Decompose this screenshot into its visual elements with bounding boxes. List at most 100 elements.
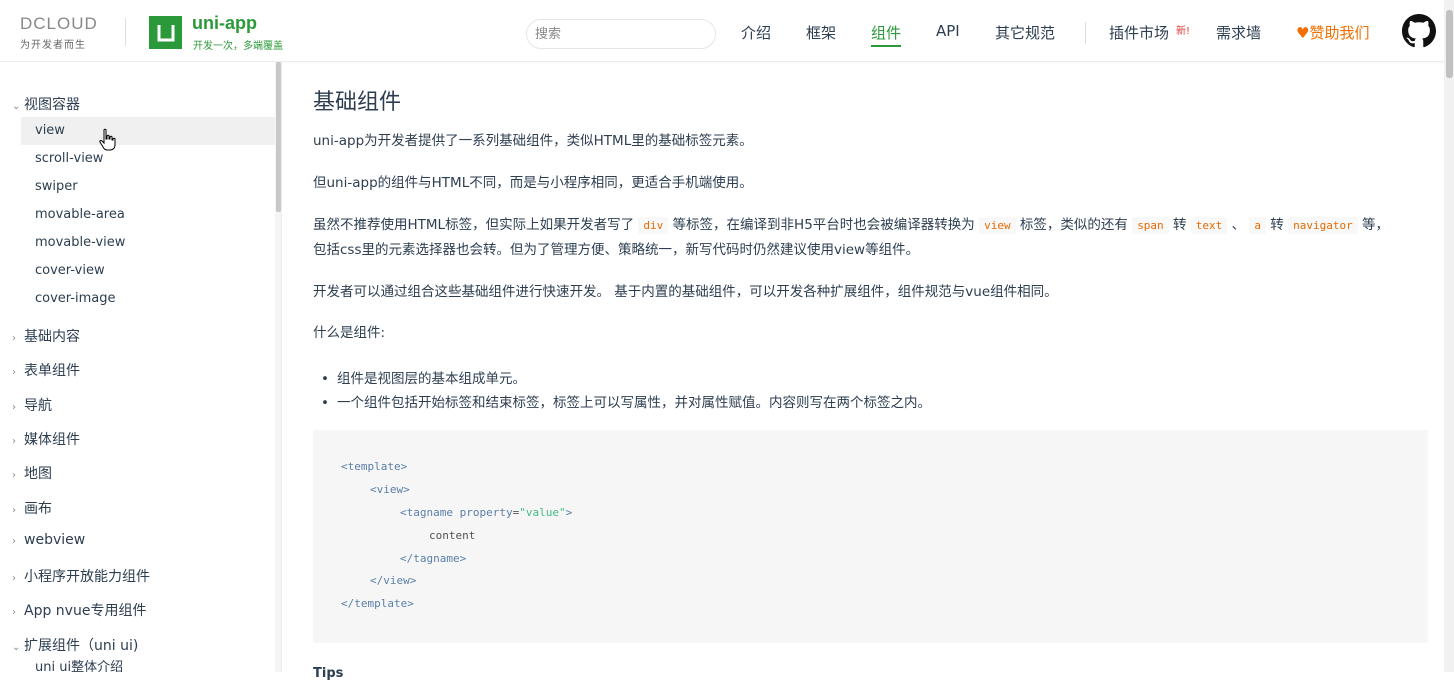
text-span: 、	[1231, 217, 1246, 233]
new-badge: 新!	[1176, 26, 1191, 37]
nav-components[interactable]: 组件	[871, 22, 902, 47]
sidebar-group-label: 小程序开放能力组件	[24, 569, 150, 585]
sidebar-group-label: 地图	[24, 466, 52, 482]
sidebar-group-canvas[interactable]: › 画布	[12, 498, 52, 518]
sidebar-group-label: App nvue专用组件	[24, 603, 147, 619]
sidebar-item-cover-view[interactable]: cover-view	[21, 257, 276, 285]
nav-demand-wall[interactable]: 需求墙	[1216, 22, 1261, 43]
code-line: </template>	[341, 597, 414, 610]
sidebar-group-navigation[interactable]: › 导航	[12, 395, 52, 415]
page-scrollbar-track[interactable]	[1444, 0, 1454, 672]
sidebar-group-map[interactable]: › 地图	[12, 463, 52, 483]
chevron-right-icon: ›	[12, 436, 16, 447]
text-span: 虽然不推荐使用HTML标签，但实际上如果开发者写了	[313, 217, 635, 233]
page-title: 基础组件	[313, 90, 402, 115]
inline-code: a	[1249, 217, 1266, 234]
nav-plugin-market[interactable]: 插件市场	[1109, 22, 1169, 43]
sidebar-item-movable-area[interactable]: movable-area	[21, 201, 276, 229]
code-line: content	[429, 529, 476, 542]
sidebar-group-label: 扩展组件（uni ui)	[24, 638, 139, 654]
sidebar-group-label: webview	[24, 532, 86, 548]
text-span: 等，	[1362, 217, 1389, 233]
text-span: 包括css里的元素选择器也会转。但为了管理方便、策略统一，新写代码时仍然建议使用…	[313, 242, 920, 258]
inline-code: view	[979, 217, 1016, 234]
code-line: <template>	[341, 460, 408, 473]
text-span: 转	[1270, 217, 1284, 233]
sidebar-group-label: 表单组件	[24, 363, 80, 379]
chevron-right-icon: ›	[12, 505, 16, 516]
uni-app-brand-name[interactable]: uni-app	[192, 13, 257, 34]
sidebar-item-view[interactable]: view	[21, 117, 276, 145]
top-navbar: DCLOUD 为开发者而生 uni-app 开发一次，多端覆盖 介绍 框架 组件…	[0, 0, 1454, 62]
code-token: <tagname	[400, 506, 460, 519]
text-span: 等标签，在编译到非H5平台时也会被编译器转换为	[672, 217, 975, 233]
uni-app-slogan: 开发一次，多端覆盖	[193, 41, 283, 52]
sidebar-item-scroll-view[interactable]: scroll-view	[21, 145, 276, 173]
search-input[interactable]	[526, 19, 716, 49]
sidebar-item-swiper[interactable]: swiper	[21, 173, 276, 201]
code-token: >	[565, 506, 573, 519]
chevron-right-icon: ›	[12, 470, 16, 481]
code-block: <template> <view> <tagname property="val…	[313, 430, 1428, 643]
inline-code: navigator	[1288, 217, 1358, 234]
nav-intro[interactable]: 介绍	[741, 22, 771, 43]
code-line: <tagname property="value">	[400, 506, 572, 519]
chevron-right-icon: ›	[12, 536, 16, 547]
hand-cursor-icon	[99, 128, 116, 151]
sidebar-item-movable-view[interactable]: movable-view	[21, 229, 276, 257]
text-span: 标签，类似的还有	[1019, 217, 1128, 233]
difference-paragraph: 但uni-app的组件与HTML不同，而是与小程序相同，更适合手机端使用。	[313, 175, 753, 191]
sidebar-group-label: 基础内容	[24, 329, 80, 345]
sidebar-item-cover-image[interactable]: cover-image	[21, 285, 276, 313]
code-line: </tagname>	[400, 552, 467, 565]
github-icon[interactable]	[1402, 14, 1436, 48]
chevron-right-icon: ›	[12, 607, 16, 618]
chevron-down-icon: ⌄	[12, 101, 21, 112]
code-token: "value"	[519, 506, 566, 519]
list-item: 一个组件包括开始标签和结束标签，标签上可以写属性，并对属性赋值。内容则写在两个标…	[321, 391, 931, 411]
sidebar-group-nvue[interactable]: › App nvue专用组件	[12, 600, 146, 620]
uni-app-logo-icon[interactable]	[149, 16, 182, 49]
tips-heading: Tips	[313, 666, 344, 681]
sidebar: ⌄ 视图容器 view scroll-view swiper movable-ar…	[0, 62, 282, 672]
sidebar-group-view-container[interactable]: ⌄ 视图容器	[12, 94, 80, 114]
dcloud-logo: DCLOUD	[20, 14, 98, 33]
nav-api[interactable]: API	[936, 22, 960, 40]
chevron-down-icon: ⌄	[12, 642, 21, 653]
sidebar-group-miniprogram[interactable]: › 小程序开放能力组件	[12, 566, 150, 586]
sidebar-group-label: 媒体组件	[24, 432, 80, 448]
page-scrollbar-thumb[interactable]	[1446, 10, 1453, 78]
chevron-right-icon: ›	[12, 402, 16, 413]
nav-divider	[1085, 22, 1086, 44]
html-tag-paragraph: 虽然不推荐使用HTML标签，但实际上如果开发者写了 div 等标签，在编译到非H…	[313, 213, 1423, 263]
sidebar-group-media[interactable]: › 媒体组件	[12, 429, 80, 449]
logo-divider	[125, 18, 126, 46]
sidebar-group-label: 导航	[24, 398, 52, 414]
code-line: </view>	[370, 574, 417, 587]
code-line: <view>	[370, 483, 410, 496]
chevron-right-icon: ›	[12, 333, 16, 344]
text-span: 转	[1172, 217, 1187, 233]
sidebar-group-uni-ui[interactable]: ⌄ 扩展组件（uni ui)	[12, 635, 138, 655]
sidebar-group-label: 画布	[24, 501, 52, 517]
sidebar-group-basic-content[interactable]: › 基础内容	[12, 326, 80, 346]
dcloud-slogan: 为开发者而生	[20, 40, 86, 51]
sidebar-scrollbar-thumb[interactable]	[276, 62, 281, 212]
chevron-right-icon: ›	[12, 367, 16, 378]
inline-code: div	[638, 217, 669, 234]
chevron-right-icon: ›	[12, 573, 16, 584]
nav-sponsor[interactable]: ♥赞助我们	[1296, 22, 1369, 43]
inline-code: text	[1190, 217, 1228, 234]
compose-paragraph: 开发者可以通过组合这些基础组件进行快速开发。 基于内置的基础组件，可以开发各种扩…	[313, 284, 1058, 300]
sidebar-group-label: 视图容器	[24, 97, 80, 113]
intro-paragraph: uni-app为开发者提供了一系列基础组件，类似HTML里的基础标签元素。	[313, 133, 753, 149]
code-token: property	[459, 506, 513, 519]
nav-framework[interactable]: 框架	[806, 22, 836, 43]
dcloud-logo-link[interactable]: DCLOUD 为开发者而生	[20, 14, 112, 51]
what-is-component: 什么是组件:	[313, 325, 386, 341]
sidebar-group-webview[interactable]: › webview	[12, 532, 85, 548]
sidebar-group-form[interactable]: › 表单组件	[12, 360, 80, 380]
inline-code: span	[1132, 217, 1169, 234]
nav-other-specs[interactable]: 其它规范	[995, 22, 1055, 43]
sidebar-item-uni-ui-intro[interactable]: uni ui整体介绍	[21, 658, 276, 672]
